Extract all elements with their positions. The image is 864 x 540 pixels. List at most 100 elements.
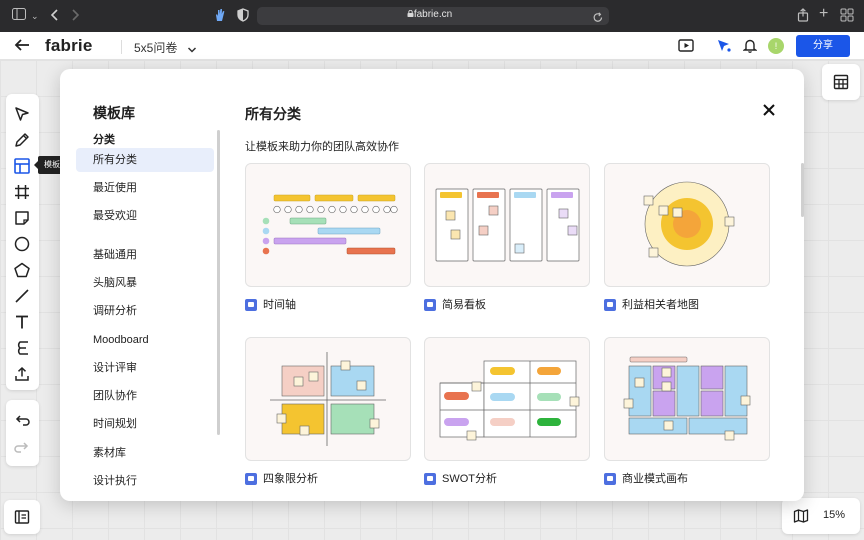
back-arrow-icon[interactable] [14, 38, 30, 57]
divider [121, 40, 122, 54]
category-item-moodboard[interactable]: Moodboard [76, 328, 214, 352]
category-label: 时间规划 [93, 418, 137, 430]
template-name: SWOT分析 [442, 473, 497, 485]
template-label-business-model[interactable]: 商业模式画布 [604, 471, 688, 487]
kanban-thumbnail [435, 188, 580, 262]
polygon-shape-icon[interactable] [13, 261, 31, 279]
template-card-timeline[interactable] [245, 163, 411, 287]
url-text: fabrie.cn [413, 9, 453, 20]
upload-icon[interactable] [13, 365, 31, 383]
template-scrollbar[interactable] [801, 163, 804, 217]
template-board-icon [424, 299, 436, 311]
timeline-thumbnail [262, 194, 398, 255]
category-label: 头脑风暴 [93, 277, 137, 289]
quadrant-thumbnail [270, 352, 386, 446]
redo-icon[interactable] [13, 438, 31, 456]
sidebar-toggle-icon[interactable] [12, 8, 26, 24]
shield-icon[interactable] [237, 8, 249, 26]
layers-icon [14, 509, 30, 530]
template-board-icon [245, 299, 257, 311]
template-icon[interactable] [13, 157, 31, 175]
avatar[interactable]: ! [768, 38, 784, 54]
category-item-popular[interactable]: 最受欢迎 [76, 204, 214, 228]
follow-cursor-icon[interactable] [716, 38, 732, 58]
category-item-research[interactable]: 调研分析 [76, 299, 214, 323]
line-icon[interactable] [13, 287, 31, 305]
map-icon[interactable] [793, 508, 809, 529]
category-label: 设计评审 [93, 362, 137, 374]
category-item-planning[interactable]: 时间规划 [76, 412, 214, 436]
category-item-design-review[interactable]: 设计评审 [76, 356, 214, 380]
table-icon [833, 74, 849, 95]
template-library-modal: 模板库 分类 所有分类 最近使用 最受欢迎 基础通用 头脑风暴 调研分析 Moo… [60, 69, 804, 501]
category-item-basic[interactable]: 基础通用 [76, 243, 214, 267]
frame-icon[interactable] [13, 183, 31, 201]
reload-icon[interactable] [593, 10, 603, 28]
template-name: 时间轴 [263, 299, 296, 311]
template-card-quadrant[interactable] [245, 337, 411, 461]
category-item-design-execution[interactable]: 设计执行 [76, 469, 214, 493]
left-toolbar [6, 94, 39, 390]
category-label: 所有分类 [93, 154, 137, 166]
template-card-swot[interactable] [424, 337, 590, 461]
chevron-down-icon[interactable] [187, 41, 197, 59]
modal-title: 模板库 [93, 105, 135, 121]
business-model-thumbnail [623, 356, 751, 441]
sticky-note-icon[interactable] [13, 209, 31, 227]
category-scrollbar[interactable] [217, 130, 220, 435]
template-card-business-model[interactable] [604, 337, 770, 461]
tab-overview-icon[interactable] [840, 8, 854, 26]
history-toolbar [6, 400, 39, 466]
text-icon[interactable] [13, 313, 31, 331]
swot-thumbnail [439, 360, 580, 441]
template-card-stakeholder-map[interactable] [604, 163, 770, 287]
zoom-level[interactable]: 15% [823, 509, 845, 521]
select-cursor-icon[interactable] [13, 105, 31, 123]
zoom-control: 15% [782, 498, 860, 534]
stakeholder-map-thumbnail [643, 181, 735, 267]
template-board-icon [424, 473, 436, 485]
main-subtitle: 让模板来助力你的团队高效协作 [245, 141, 399, 153]
pen-icon[interactable] [13, 131, 31, 149]
forward-icon[interactable] [70, 8, 80, 26]
template-label-stakeholder-map[interactable]: 利益相关者地图 [604, 297, 699, 313]
category-item-brainstorm[interactable]: 头脑风暴 [76, 271, 214, 295]
template-card-kanban[interactable] [424, 163, 590, 287]
bell-icon[interactable] [742, 38, 758, 58]
connector-icon[interactable] [13, 339, 31, 357]
template-label-timeline[interactable]: 时间轴 [245, 297, 296, 313]
template-board-icon [245, 473, 257, 485]
category-item-recent[interactable]: 最近使用 [76, 176, 214, 200]
app-logo[interactable]: fabrie [45, 36, 93, 56]
template-board-icon [604, 299, 616, 311]
share-button[interactable]: 分享 [796, 35, 850, 57]
template-label-quadrant[interactable]: 四象限分析 [245, 471, 318, 487]
present-icon[interactable] [678, 39, 694, 57]
chevron-down-icon[interactable]: ⌄ [31, 8, 39, 24]
new-tab-icon[interactable]: + [819, 6, 828, 22]
close-icon[interactable] [760, 101, 778, 119]
template-board-icon [604, 473, 616, 485]
category-item-all[interactable]: 所有分类 [76, 148, 214, 172]
template-name: 四象限分析 [263, 473, 318, 485]
share-browser-icon[interactable] [797, 8, 809, 26]
extension-hand-icon[interactable] [214, 8, 226, 26]
template-label-swot[interactable]: SWOT分析 [424, 471, 497, 487]
category-item-teamwork[interactable]: 团队协作 [76, 384, 214, 408]
main-title: 所有分类 [245, 106, 301, 122]
layers-panel-button[interactable] [4, 500, 40, 534]
browser-chrome: ⌄ fabrie.cn + [0, 0, 864, 32]
right-panel-button[interactable] [822, 64, 860, 100]
category-item-assets[interactable]: 素材库 [76, 441, 214, 465]
board-name[interactable]: 5x5问卷 [134, 39, 177, 56]
circle-shape-icon[interactable] [13, 235, 31, 253]
category-label: 素材库 [93, 447, 126, 459]
category-label: Moodboard [93, 334, 149, 346]
undo-icon[interactable] [13, 411, 31, 429]
template-name: 利益相关者地图 [622, 299, 699, 311]
back-icon[interactable] [50, 8, 60, 26]
category-label: 调研分析 [93, 305, 137, 317]
app-header: fabrie 5x5问卷 ! 分享 [0, 32, 864, 60]
template-label-kanban[interactable]: 简易看板 [424, 297, 486, 313]
address-bar[interactable]: fabrie.cn [257, 7, 609, 25]
